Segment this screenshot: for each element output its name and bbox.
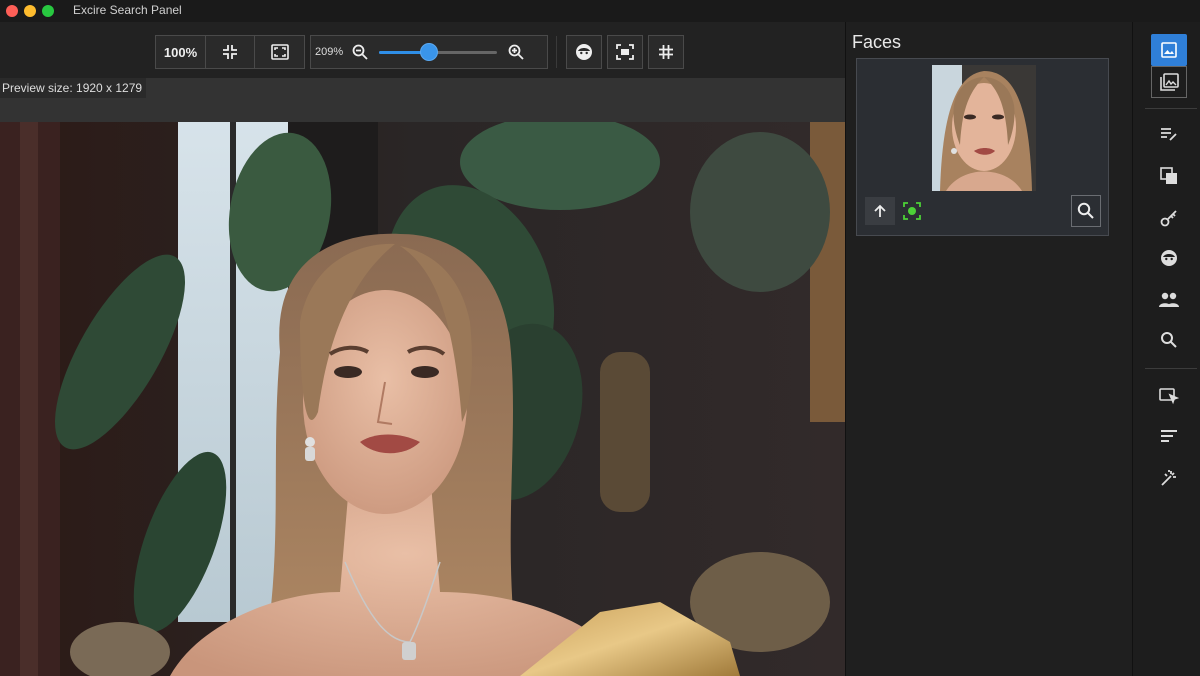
people-button[interactable] [1151,284,1187,316]
image-icon [1161,42,1177,58]
keywords-edit-button[interactable] [1151,118,1187,150]
key-icon [1160,210,1177,227]
select-images-button[interactable] [1151,380,1187,412]
face-card[interactable] [856,58,1109,236]
duplicates-button[interactable] [1151,160,1187,192]
preview-size-label: Preview size: 1920 x 1279 [0,78,147,98]
sort-lines-icon [1161,430,1177,442]
zoom-out-button[interactable] [347,36,373,68]
zoom-in-button[interactable] [501,36,531,68]
move-up-button[interactable] [865,197,895,225]
arrow-up-icon [874,204,886,217]
search-icon [1161,332,1177,348]
zoom-out-icon [352,44,368,60]
face-thumbnail-image [932,65,1036,191]
right-tool-strip [1132,22,1200,676]
minimize-window-button[interactable] [24,5,36,17]
people-icon [1159,292,1179,307]
faces-button[interactable] [1151,242,1187,274]
strip-divider [1145,108,1197,109]
focus-button[interactable] [607,35,643,69]
maximize-window-button[interactable] [42,5,54,17]
face-search-button[interactable] [1071,195,1101,227]
face-detected-indicator[interactable] [901,200,923,222]
title-bar: Excire Search Panel [0,0,1200,22]
fit-button[interactable] [206,36,255,68]
preview-info-bar: Preview size: 1920 x 1279 [0,78,845,122]
search-button[interactable] [1151,324,1187,356]
faces-title: Faces [852,32,902,52]
view-mode-group: 100% [155,35,305,69]
portrait-photo [0,122,845,676]
zoom-control: 209% [310,35,548,69]
magic-tools-button[interactable] [1151,462,1187,494]
single-image-mode-button[interactable] [1151,34,1187,66]
zoom-in-icon [508,44,524,60]
face-icon [576,44,592,60]
fullscreen-frame-icon [270,44,289,60]
zoom-100-button[interactable]: 100% [156,36,206,68]
face-icon [1161,250,1177,266]
zoom-slider-handle[interactable] [420,43,438,61]
gallery-mode-button[interactable] [1151,66,1187,98]
image-preview[interactable] [0,122,845,676]
toolbar: 100% 209% [0,22,845,78]
faces-panel: Faces [845,22,1132,676]
toolbar-divider [556,36,557,68]
search-icon [1077,202,1094,219]
hash-grid-icon [659,45,673,59]
fill-button[interactable] [255,36,304,68]
focus-frame-icon [616,44,634,60]
gallery-icon [1160,73,1179,91]
magic-wand-icon [1161,470,1176,486]
grid-button[interactable] [648,35,684,69]
strip-divider [1145,368,1197,369]
close-window-button[interactable] [6,5,18,17]
face-detect-icon [903,202,921,220]
keyword-tag-button[interactable] [1151,202,1187,234]
zoom-slider[interactable] [379,36,497,68]
compress-arrows-icon [223,45,237,59]
screen-cursor-icon [1159,388,1179,405]
edit-list-icon [1161,128,1177,141]
copy-stack-icon [1160,167,1177,184]
sort-button[interactable] [1151,420,1187,452]
window-title: Excire Search Panel [73,3,182,17]
face-thumbnail[interactable] [932,65,1036,191]
face-button[interactable] [566,35,602,69]
zoom-value: 209% [315,46,344,58]
app-window: Excire Search Panel 100% 209% Preview si… [0,0,1200,676]
